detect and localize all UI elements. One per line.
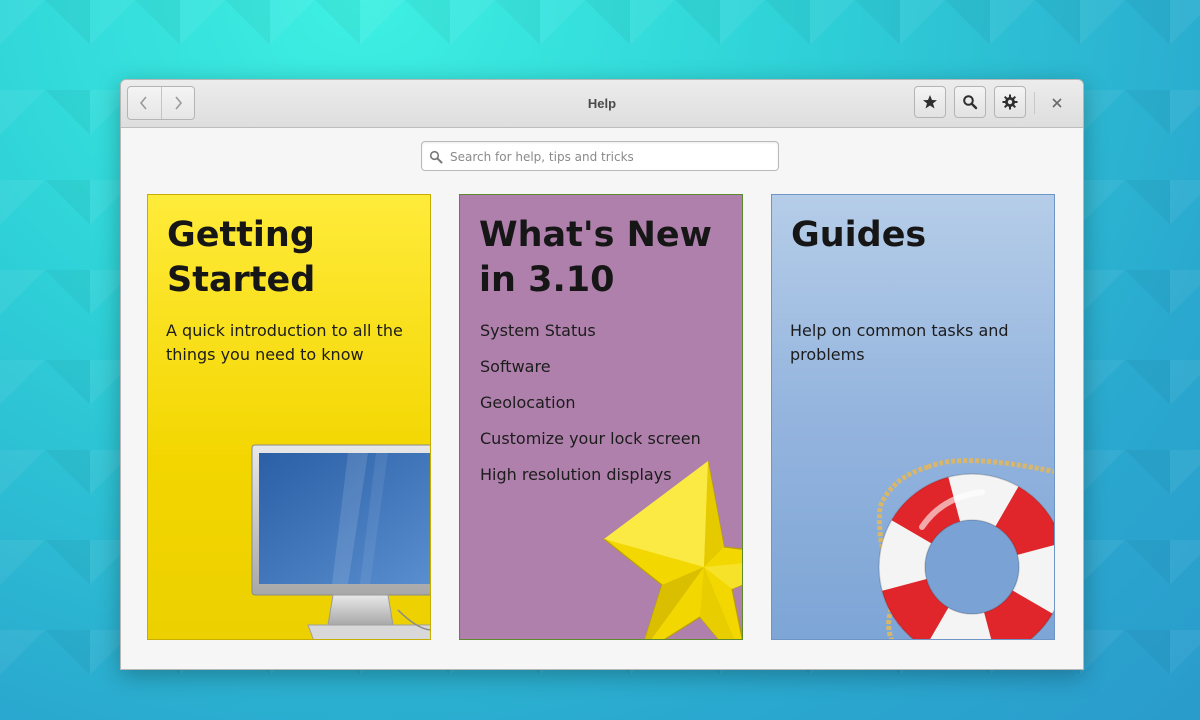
close-icon [1052, 98, 1062, 108]
list-item[interactable]: System Status [480, 319, 701, 355]
card-title: Getting Started [167, 215, 316, 300]
search-icon [963, 95, 978, 110]
card-title: Guides [791, 215, 927, 255]
card-description: A quick introduction to all the things y… [166, 321, 403, 364]
card-whats-new[interactable]: What's New in 3.10 System Status Softwar… [459, 194, 743, 640]
star-icon [923, 95, 937, 109]
bookmark-button[interactable] [914, 86, 946, 118]
back-button[interactable] [128, 87, 161, 119]
chevron-right-icon [175, 96, 182, 110]
forward-button[interactable] [160, 87, 195, 119]
help-window: Help Getting Started A quick introductio… [120, 79, 1084, 670]
navigation-buttons [127, 86, 195, 120]
search-input[interactable] [448, 142, 772, 172]
life-buoy-icon [877, 458, 1054, 639]
menu-button[interactable] [994, 86, 1026, 118]
header-bar: Help [121, 80, 1083, 128]
close-button[interactable] [1045, 92, 1069, 114]
computer-monitor-icon [251, 444, 430, 639]
list-item[interactable]: Software [480, 355, 701, 391]
search-icon [429, 150, 443, 164]
search-field[interactable] [421, 141, 779, 172]
card-title: What's New in 3.10 [479, 215, 712, 300]
star-illustration-icon [601, 460, 742, 639]
toolbar-separator [1034, 92, 1035, 114]
list-item[interactable]: Geolocation [480, 391, 701, 427]
search-toggle-button[interactable] [954, 86, 986, 118]
chevron-left-icon [140, 96, 147, 110]
card-getting-started[interactable]: Getting Started A quick introduction to … [147, 194, 431, 640]
card-guides[interactable]: Guides Help on common tasks and problems [771, 194, 1055, 640]
card-description: Help on common tasks and problems [790, 321, 1009, 364]
gear-icon [1002, 94, 1018, 110]
